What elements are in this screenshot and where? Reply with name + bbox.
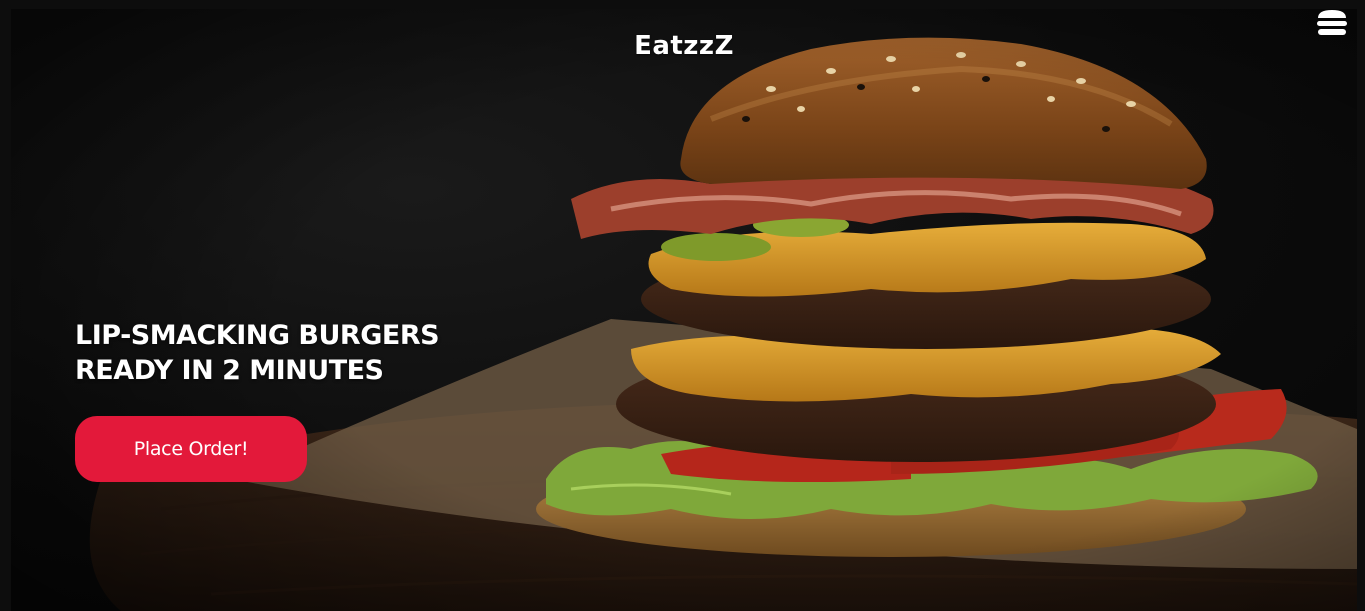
hero-section: EatzzZ LIP-SMACKING BURGERS READY IN 2 M…	[11, 9, 1357, 611]
burger-menu-icon[interactable]	[1315, 9, 1349, 37]
place-order-button[interactable]: Place Order!	[75, 416, 307, 482]
headline-line-2: READY IN 2 MINUTES	[75, 355, 384, 386]
brand-logo[interactable]: EatzzZ	[11, 31, 1357, 61]
headline-line-1: LIP-SMACKING BURGERS	[75, 320, 440, 351]
page: EatzzZ LIP-SMACKING BURGERS READY IN 2 M…	[0, 0, 1365, 611]
burger-photo	[11, 9, 1357, 611]
hero-headline: LIP-SMACKING BURGERS READY IN 2 MINUTES	[75, 318, 440, 388]
